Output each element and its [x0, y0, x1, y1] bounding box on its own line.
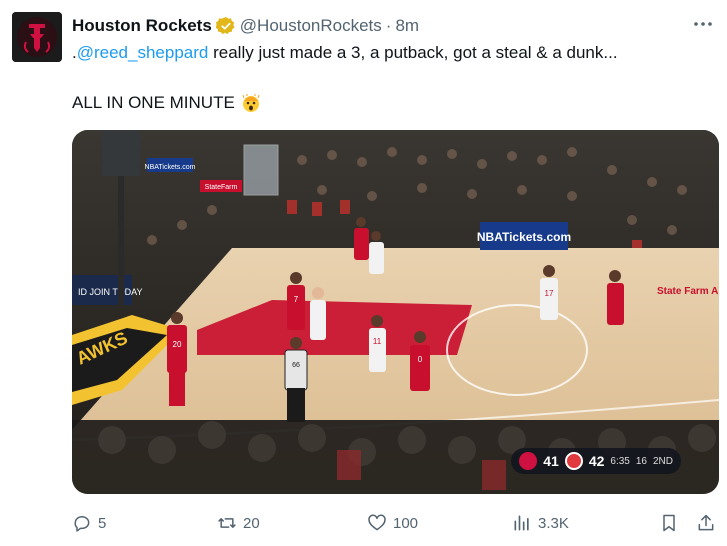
- like-button[interactable]: 100: [367, 512, 418, 534]
- shot-clock: 16: [635, 455, 647, 467]
- ad-board-id: ID JOIN TODAY: [78, 287, 143, 297]
- game-video-media[interactable]: AWKS NBATickets.com NBATickets.com State…: [72, 130, 719, 494]
- rockets-logo-icon: [12, 12, 62, 62]
- game-clock: 6:35: [610, 455, 630, 467]
- separator-dot: ·: [385, 16, 392, 35]
- tweet-timestamp[interactable]: 8m: [395, 16, 419, 36]
- basketball-game-frame: AWKS NBATickets.com NBATickets.com State…: [72, 130, 719, 494]
- more-options-icon[interactable]: [691, 14, 715, 34]
- player-jersey-20: 20: [173, 340, 182, 349]
- tweet-text-line1: .@reed_sheppard really just made a 3, a …: [72, 42, 618, 64]
- away-score: 42: [588, 453, 605, 469]
- mention-link[interactable]: @reed_sheppard: [77, 43, 209, 62]
- tweet-line2-text: ALL IN ONE MINUTE: [72, 93, 235, 112]
- bookmark-icon: [663, 514, 675, 532]
- retweet-button[interactable]: 20: [217, 512, 260, 534]
- ad-board-statefarm-arena: State Farm ARENA: [657, 286, 719, 297]
- reply-icon: [74, 516, 90, 532]
- ad-board-nbatickets-small: NBATickets.com: [145, 164, 196, 171]
- tweet-action-bar: 5 20 100 3.3K: [72, 512, 715, 534]
- ad-board-statefarm: StateFarm: [205, 184, 238, 191]
- account-handle[interactable]: @HoustonRockets: [240, 16, 382, 36]
- home-score: 41: [543, 453, 559, 469]
- like-count: 100: [393, 514, 419, 532]
- hawks-scorebug-logo-icon: [564, 452, 583, 470]
- ad-board-nbatickets: NBATickets.com: [477, 230, 571, 244]
- heart-icon: [368, 514, 386, 531]
- tweet-text-line2: ALL IN ONE MINUTE: [72, 92, 261, 114]
- account-name[interactable]: Houston Rockets: [72, 16, 212, 36]
- tweet-header: Houston Rockets @HoustonRockets · 8m: [72, 14, 715, 38]
- share-button[interactable]: [696, 512, 716, 534]
- player-jersey-0: 0: [418, 355, 423, 364]
- share-upload-icon: [698, 514, 714, 531]
- bookmark-button[interactable]: [659, 512, 679, 534]
- player-jersey-11: 11: [373, 337, 382, 346]
- rockets-avatar[interactable]: [12, 12, 62, 62]
- player-jersey-17: 17: [545, 289, 554, 298]
- verified-badge-icon: [215, 16, 236, 36]
- reply-button[interactable]: 5: [72, 512, 106, 534]
- rockets-scorebug-logo-icon: [519, 452, 538, 470]
- shocked-face-emoji-icon: [241, 93, 261, 113]
- views-count: 3.3K: [538, 514, 569, 532]
- analytics-bars-icon: [514, 515, 529, 531]
- retweet-count: 20: [243, 514, 260, 532]
- reply-count: 5: [98, 514, 107, 532]
- retweet-icon: [218, 518, 236, 528]
- scorebug: 41 42 6:35 16 2ND: [511, 448, 681, 474]
- tweet-body: really just made a 3, a putback, got a s…: [208, 43, 618, 62]
- views-button[interactable]: 3.3K: [512, 512, 569, 534]
- player-jersey-7: 7: [294, 295, 299, 304]
- game-period: 2ND: [652, 455, 673, 467]
- referee-number: 66: [292, 362, 300, 369]
